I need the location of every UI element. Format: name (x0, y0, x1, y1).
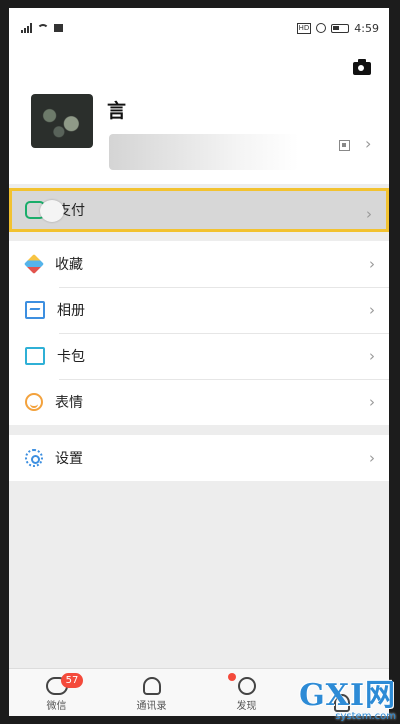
qr-code-icon[interactable] (339, 140, 350, 151)
compass-icon (237, 677, 256, 695)
menu-item-cards[interactable]: 卡包 › (9, 333, 389, 379)
tab-chats[interactable]: 微信 57 (9, 669, 104, 716)
chevron-right-icon: › (366, 205, 372, 223)
tab-label: 微信 (46, 701, 67, 712)
screen: HD 4:59 言 › 支付 › 收藏 › 相册 › 卡包 › 表情 › 设置 … (9, 8, 389, 716)
status-left (21, 23, 63, 33)
features-group: 收藏 › 相册 › 卡包 › 表情 › (9, 241, 389, 425)
card-wallet-icon (25, 347, 45, 365)
tab-contacts[interactable]: 通讯录 (104, 669, 199, 716)
contacts-icon (142, 677, 161, 695)
tab-label: 通讯录 (136, 701, 167, 712)
menu-item-label: 相册 (57, 303, 85, 319)
profile-card[interactable]: 言 › (9, 48, 389, 184)
menu-item-label: 表情 (55, 395, 83, 411)
menu-item-stickers[interactable]: 表情 › (9, 379, 389, 425)
settings-group: 设置 › (9, 435, 389, 481)
sticker-smiley-icon (25, 393, 43, 411)
menu-item-settings[interactable]: 设置 › (9, 435, 389, 481)
notification-icon (54, 24, 63, 32)
menu-item-album[interactable]: 相册 › (9, 287, 389, 333)
signal-icon (21, 23, 32, 33)
nickname: 言 (107, 100, 127, 122)
touch-indicator (40, 200, 64, 222)
battery-icon (331, 23, 350, 33)
alarm-icon (316, 23, 327, 33)
chevron-right-icon: › (365, 134, 372, 153)
settings-gear-icon (25, 449, 43, 467)
pay-group: 支付 › (9, 188, 389, 232)
menu-item-pay[interactable]: 支付 › (9, 188, 389, 232)
camera-icon[interactable] (353, 59, 371, 75)
unread-badge: 57 (61, 673, 83, 688)
hd-icon: HD (296, 22, 312, 34)
chevron-right-icon: › (369, 301, 375, 319)
phone-frame: HD 4:59 言 › 支付 › 收藏 › 相册 › 卡包 › 表情 › 设置 … (0, 0, 400, 724)
favorites-icon (24, 254, 44, 274)
chevron-right-icon: › (369, 449, 375, 467)
chevron-right-icon: › (369, 347, 375, 365)
menu-item-label: 设置 (55, 451, 83, 467)
avatar[interactable] (31, 94, 93, 148)
album-icon (25, 301, 45, 319)
wechat-id-blurred (109, 134, 299, 170)
status-right: HD 4:59 (296, 21, 379, 35)
wifi-icon (37, 23, 49, 33)
chevron-right-icon: › (369, 393, 375, 411)
watermark-logo: GXI网 (299, 678, 396, 713)
new-content-dot (228, 673, 236, 681)
menu-item-favorites[interactable]: 收藏 › (9, 241, 389, 287)
chevron-right-icon: › (369, 255, 375, 273)
status-bar: HD 4:59 (9, 8, 389, 48)
site-watermark: GXI网 system.com (299, 678, 396, 723)
tab-discover[interactable]: 发现 (199, 669, 294, 716)
status-time: 4:59 (354, 21, 379, 35)
menu-item-label: 卡包 (57, 349, 85, 365)
tab-label: 发现 (236, 701, 257, 712)
menu-item-label: 收藏 (55, 257, 83, 273)
